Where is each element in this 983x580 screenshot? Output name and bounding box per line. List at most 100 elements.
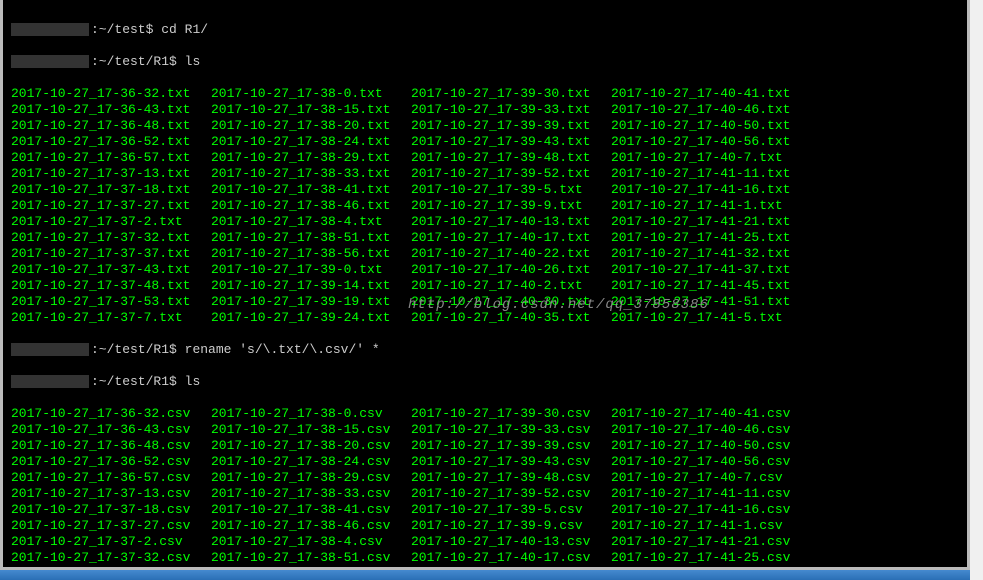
command-ls: ls bbox=[185, 54, 201, 69]
file-entry: 2017-10-27_17-36-57.txt bbox=[11, 150, 211, 166]
file-entry: 2017-10-27_17-38-4.txt bbox=[211, 214, 411, 230]
file-entry: 2017-10-27_17-40-35.txt bbox=[411, 310, 611, 326]
file-column-1: 2017-10-27_17-36-32.csv2017-10-27_17-36-… bbox=[11, 406, 211, 570]
file-entry: 2017-10-27_17-37-2.txt bbox=[11, 214, 211, 230]
file-entry: 2017-10-27_17-38-41.txt bbox=[211, 182, 411, 198]
file-entry: 2017-10-27_17-38-0.txt bbox=[211, 86, 411, 102]
file-entry: 2017-10-27_17-40-56.txt bbox=[611, 134, 811, 150]
file-entry: 2017-10-27_17-38-29.csv bbox=[211, 470, 411, 486]
file-entry: 2017-10-27_17-40-26.txt bbox=[411, 262, 611, 278]
file-entry: 2017-10-27_17-38-56.txt bbox=[211, 246, 411, 262]
terminal-content[interactable]: :~/test$ cd R1/ :~/test/R1$ ls 2017-10-2… bbox=[3, 0, 967, 570]
file-entry: 2017-10-27_17-38-0.csv bbox=[211, 406, 411, 422]
file-entry: 2017-10-27_17-38-41.csv bbox=[211, 502, 411, 518]
prompt-path: :~/test/R1$ bbox=[91, 342, 177, 357]
file-entry: 2017-10-27_17-40-41.txt bbox=[611, 86, 811, 102]
file-entry: 2017-10-27_17-36-32.txt bbox=[11, 86, 211, 102]
file-entry: 2017-10-27_17-38-20.txt bbox=[211, 118, 411, 134]
file-entry: 2017-10-27_17-37-32.txt bbox=[11, 230, 211, 246]
file-entry: 2017-10-27_17-37-48.txt bbox=[11, 278, 211, 294]
file-entry: 2017-10-27_17-38-56.csv bbox=[211, 566, 411, 570]
file-entry: 2017-10-27_17-37-32.csv bbox=[11, 550, 211, 566]
command-cd: cd R1/ bbox=[161, 22, 208, 37]
file-entry: 2017-10-27_17-40-17.txt bbox=[411, 230, 611, 246]
obscured-user bbox=[11, 343, 89, 356]
file-entry: 2017-10-27_17-40-22.txt bbox=[411, 246, 611, 262]
file-entry: 2017-10-27_17-41-32.txt bbox=[611, 246, 811, 262]
file-entry: 2017-10-27_17-40-2.txt bbox=[411, 278, 611, 294]
file-entry: 2017-10-27_17-40-13.txt bbox=[411, 214, 611, 230]
file-entry: 2017-10-27_17-39-43.txt bbox=[411, 134, 611, 150]
file-entry: 2017-10-27_17-39-14.txt bbox=[211, 278, 411, 294]
file-entry: 2017-10-27_17-36-52.csv bbox=[11, 454, 211, 470]
file-entry: 2017-10-27_17-41-5.txt bbox=[611, 310, 811, 326]
obscured-user bbox=[11, 375, 89, 388]
file-entry: 2017-10-27_17-38-24.txt bbox=[211, 134, 411, 150]
file-entry: 2017-10-27_17-40-46.txt bbox=[611, 102, 811, 118]
prompt-line-3: :~/test/R1$ rename 's/\.txt/\.csv/' * bbox=[11, 342, 959, 358]
obscured-user bbox=[11, 55, 89, 68]
file-entry: 2017-10-27_17-37-43.txt bbox=[11, 262, 211, 278]
file-entry: 2017-10-27_17-41-16.txt bbox=[611, 182, 811, 198]
file-entry: 2017-10-27_17-37-7.txt bbox=[11, 310, 211, 326]
file-entry: 2017-10-27_17-36-48.csv bbox=[11, 438, 211, 454]
file-entry: 2017-10-27_17-39-5.csv bbox=[411, 502, 611, 518]
file-entry: 2017-10-27_17-39-52.txt bbox=[411, 166, 611, 182]
file-entry: 2017-10-27_17-40-13.csv bbox=[411, 534, 611, 550]
file-entry: 2017-10-27_17-40-41.csv bbox=[611, 406, 811, 422]
terminal-window: :~/test$ cd R1/ :~/test/R1$ ls 2017-10-2… bbox=[0, 0, 970, 570]
file-entry: 2017-10-27_17-40-7.txt bbox=[611, 150, 811, 166]
file-entry: 2017-10-27_17-41-32.csv bbox=[611, 566, 811, 570]
file-entry: 2017-10-27_17-36-57.csv bbox=[11, 470, 211, 486]
file-entry: 2017-10-27_17-37-27.csv bbox=[11, 518, 211, 534]
file-entry: 2017-10-27_17-39-43.csv bbox=[411, 454, 611, 470]
file-entry: 2017-10-27_17-39-39.txt bbox=[411, 118, 611, 134]
file-entry: 2017-10-27_17-37-53.txt bbox=[11, 294, 211, 310]
file-entry: 2017-10-27_17-41-21.csv bbox=[611, 534, 811, 550]
file-entry: 2017-10-27_17-36-48.txt bbox=[11, 118, 211, 134]
file-entry: 2017-10-27_17-37-18.txt bbox=[11, 182, 211, 198]
ls-output-txt: 2017-10-27_17-36-32.txt 2017-10-27_17-36-… bbox=[11, 86, 959, 326]
file-entry: 2017-10-27_17-38-20.csv bbox=[211, 438, 411, 454]
file-entry: 2017-10-27_17-40-7.csv bbox=[611, 470, 811, 486]
file-column-1: 2017-10-27_17-36-32.txt 2017-10-27_17-36-… bbox=[11, 86, 211, 326]
file-entry: 2017-10-27_17-40-22.csv bbox=[411, 566, 611, 570]
file-entry: 2017-10-27_17-38-33.txt bbox=[211, 166, 411, 182]
file-entry: 2017-10-27_17-40-30.txt bbox=[411, 294, 611, 310]
file-entry: 2017-10-27_17-40-46.csv bbox=[611, 422, 811, 438]
file-entry: 2017-10-27_17-39-33.txt bbox=[411, 102, 611, 118]
file-entry: 2017-10-27_17-38-33.csv bbox=[211, 486, 411, 502]
file-entry: 2017-10-27_17-39-5.txt bbox=[411, 182, 611, 198]
prompt-path: :~/test/R1$ bbox=[91, 374, 177, 389]
file-entry: 2017-10-27_17-41-21.txt bbox=[611, 214, 811, 230]
file-entry: 2017-10-27_17-38-46.csv bbox=[211, 518, 411, 534]
file-entry: 2017-10-27_17-38-15.csv bbox=[211, 422, 411, 438]
file-entry: 2017-10-27_17-41-51.txt bbox=[611, 294, 811, 310]
file-entry: 2017-10-27_17-37-13.csv bbox=[11, 486, 211, 502]
file-entry: 2017-10-27_17-39-39.csv bbox=[411, 438, 611, 454]
command-ls: ls bbox=[185, 374, 201, 389]
ls-output-csv: 2017-10-27_17-36-32.csv2017-10-27_17-36-… bbox=[11, 406, 959, 570]
file-entry: 2017-10-27_17-41-37.txt bbox=[611, 262, 811, 278]
command-rename: rename 's/\.txt/\.csv/' * bbox=[185, 342, 380, 357]
file-column-3: 2017-10-27_17-39-30.txt2017-10-27_17-39-… bbox=[411, 86, 611, 326]
file-entry: 2017-10-27_17-37-37.txt bbox=[11, 246, 211, 262]
file-entry: 2017-10-27_17-41-25.txt bbox=[611, 230, 811, 246]
scrollbar-vertical[interactable] bbox=[970, 0, 983, 580]
file-entry: 2017-10-27_17-37-27.txt bbox=[11, 198, 211, 214]
file-entry: 2017-10-27_17-39-33.csv bbox=[411, 422, 611, 438]
prompt-line-2: :~/test/R1$ ls bbox=[11, 54, 959, 70]
file-entry: 2017-10-27_17-39-9.csv bbox=[411, 518, 611, 534]
file-entry: 2017-10-27_17-38-15.txt bbox=[211, 102, 411, 118]
prompt-path: :~/test/R1$ bbox=[91, 54, 177, 69]
file-entry: 2017-10-27_17-39-48.txt bbox=[411, 150, 611, 166]
file-entry: 2017-10-27_17-36-43.csv bbox=[11, 422, 211, 438]
file-entry: 2017-10-27_17-40-56.csv bbox=[611, 454, 811, 470]
file-entry: 2017-10-27_17-38-4.csv bbox=[211, 534, 411, 550]
file-entry: 2017-10-27_17-39-30.csv bbox=[411, 406, 611, 422]
file-entry: 2017-10-27_17-39-9.txt bbox=[411, 198, 611, 214]
file-entry: 2017-10-27_17-41-11.csv bbox=[611, 486, 811, 502]
file-entry: 2017-10-27_17-40-50.txt bbox=[611, 118, 811, 134]
file-entry: 2017-10-27_17-39-19.txt bbox=[211, 294, 411, 310]
file-entry: 2017-10-27_17-41-16.csv bbox=[611, 502, 811, 518]
